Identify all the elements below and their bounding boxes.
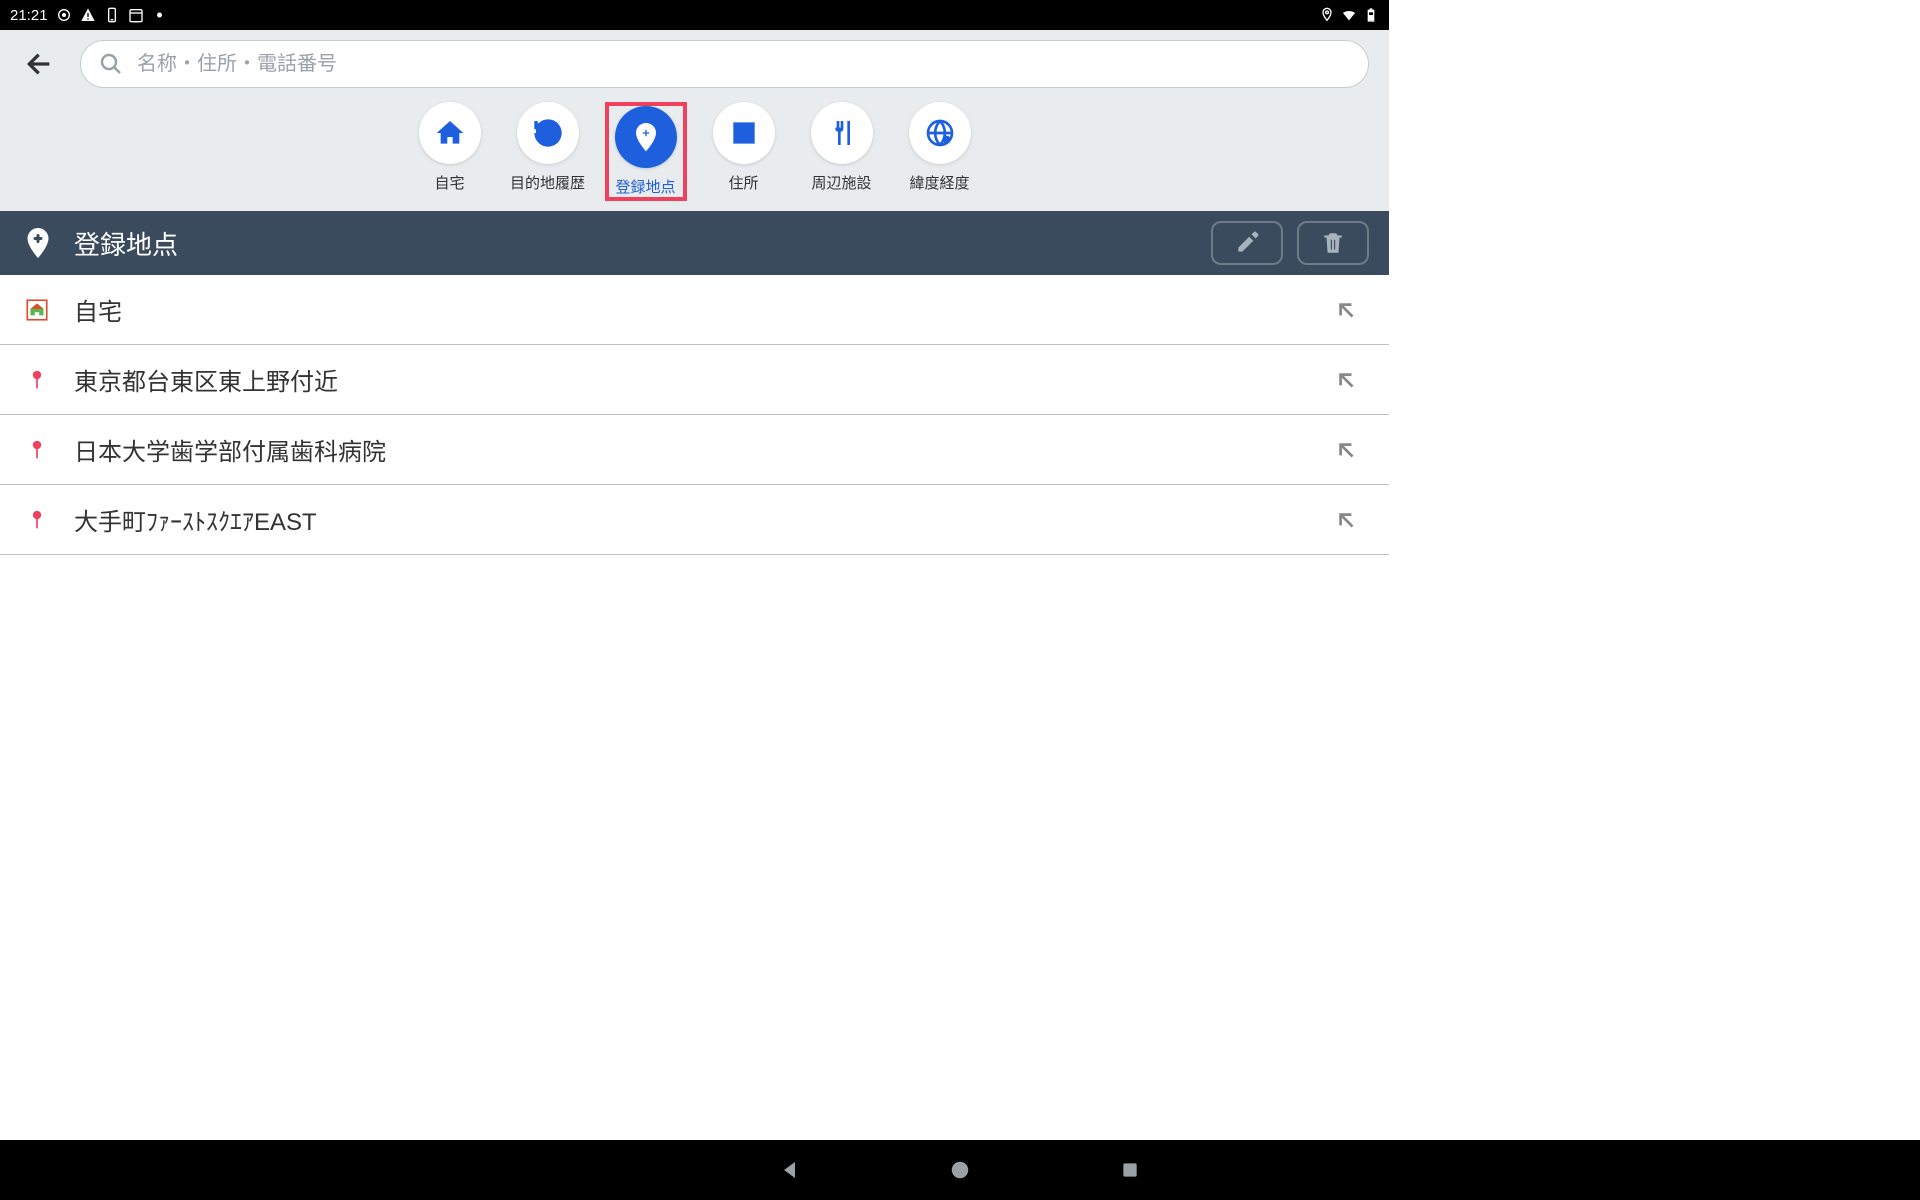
list-item[interactable]: 大手町ﾌｧｰｽﾄｽｸｴｱEAST — [0, 485, 1389, 555]
history-icon — [532, 117, 564, 149]
warning-icon — [80, 7, 96, 23]
arrow-upleft-icon — [1333, 507, 1359, 533]
list-item-label: 大手町ﾌｧｰｽﾄｽｸｴｱEAST — [74, 502, 1333, 537]
phone-icon — [104, 7, 120, 23]
section-bar: 登録地点 — [0, 211, 1389, 275]
saved-list: 自宅 東京都台東区東上野付近 日本大学歯学部付属歯科病院 大手町ﾌｧｰｽﾄｽｸｴ… — [0, 275, 1389, 555]
arrow-upleft-icon — [1333, 437, 1359, 463]
search-bar[interactable] — [80, 40, 1369, 88]
section-title: 登録地点 — [74, 225, 178, 262]
trash-icon — [1320, 230, 1346, 256]
home-marker-icon — [22, 295, 52, 325]
arrow-upleft-icon — [1333, 297, 1359, 323]
target-icon — [56, 7, 72, 23]
wifi-icon — [1341, 7, 1357, 23]
category-row: 自宅 目的地履歴 登録地点 住所 周辺施設 緯度経度 — [20, 88, 1369, 211]
category-home[interactable]: 自宅 — [409, 102, 491, 201]
category-saved[interactable]: 登録地点 — [605, 102, 687, 201]
pin-icon — [22, 365, 52, 395]
calendar-icon — [128, 7, 144, 23]
home-icon — [434, 117, 466, 149]
search-icon — [99, 52, 123, 76]
delete-button[interactable] — [1297, 221, 1369, 265]
edit-button[interactable] — [1211, 221, 1283, 265]
category-label: 登録地点 — [615, 176, 675, 197]
nav-bar — [0, 1140, 1920, 1200]
arrow-upleft-icon — [1333, 367, 1359, 393]
battery-icon — [1363, 7, 1379, 23]
nearby-icon — [826, 117, 858, 149]
status-time: 21:21 — [10, 7, 48, 24]
category-address[interactable]: 住所 — [703, 102, 785, 201]
category-label: 目的地履歴 — [510, 172, 585, 193]
header-area: 自宅 目的地履歴 登録地点 住所 周辺施設 緯度経度 — [0, 30, 1389, 211]
list-item-label: 自宅 — [74, 292, 1333, 327]
pencil-icon — [1234, 230, 1260, 256]
category-nearby[interactable]: 周辺施設 — [801, 102, 883, 201]
address-icon — [728, 117, 760, 149]
triangle-left-icon — [778, 1158, 802, 1182]
category-label: 住所 — [728, 172, 758, 193]
list-item[interactable]: 自宅 — [0, 275, 1389, 345]
nav-recent[interactable] — [1115, 1155, 1145, 1185]
search-input[interactable] — [137, 53, 1350, 76]
list-item[interactable]: 日本大学歯学部付属歯科病院 — [0, 415, 1389, 485]
status-bar: 21:21 • — [0, 0, 1389, 30]
category-label: 周辺施設 — [811, 172, 871, 193]
globe-icon — [924, 117, 956, 149]
saved-pin-icon — [630, 121, 662, 153]
nav-home[interactable] — [945, 1155, 975, 1185]
pin-icon — [22, 435, 52, 465]
category-label: 自宅 — [434, 172, 464, 193]
pin-icon — [22, 505, 52, 535]
list-item-label: 日本大学歯学部付属歯科病院 — [74, 432, 1333, 467]
back-button[interactable] — [20, 44, 60, 84]
location-icon — [1319, 7, 1335, 23]
dot-icon: • — [152, 7, 168, 23]
circle-icon — [949, 1159, 971, 1181]
category-label: 緯度経度 — [909, 172, 969, 193]
square-icon — [1120, 1160, 1140, 1180]
list-item-label: 東京都台東区東上野付近 — [74, 362, 1333, 397]
arrow-left-icon — [24, 48, 56, 80]
section-pin-icon — [20, 225, 56, 261]
category-history[interactable]: 目的地履歴 — [507, 102, 589, 201]
list-item[interactable]: 東京都台東区東上野付近 — [0, 345, 1389, 415]
nav-back[interactable] — [775, 1155, 805, 1185]
category-latlng[interactable]: 緯度経度 — [899, 102, 981, 201]
